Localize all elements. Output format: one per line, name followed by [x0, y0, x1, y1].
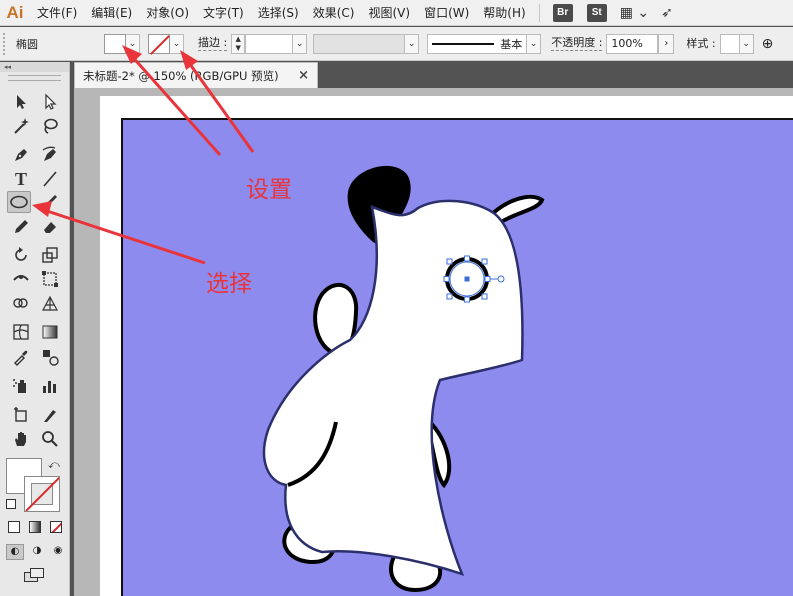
arrow-head-fill	[122, 45, 142, 64]
character-body[interactable]	[262, 199, 524, 577]
annotation-select-label: 选择	[206, 271, 252, 297]
arrow-head-ellipse	[32, 201, 52, 217]
arrow-to-fill-swatch	[128, 53, 222, 156]
annotation-arrows	[32, 45, 255, 265]
annotation-set-label: 设置	[246, 177, 292, 203]
arrow-head-stroke	[180, 50, 198, 70]
selection-center-point	[464, 276, 470, 282]
arrow-to-stroke-swatch	[185, 59, 255, 153]
arrow-to-ellipse-tool	[43, 208, 206, 265]
artwork-layer	[32, 45, 545, 593]
pie-widget-handle[interactable]	[497, 275, 505, 283]
